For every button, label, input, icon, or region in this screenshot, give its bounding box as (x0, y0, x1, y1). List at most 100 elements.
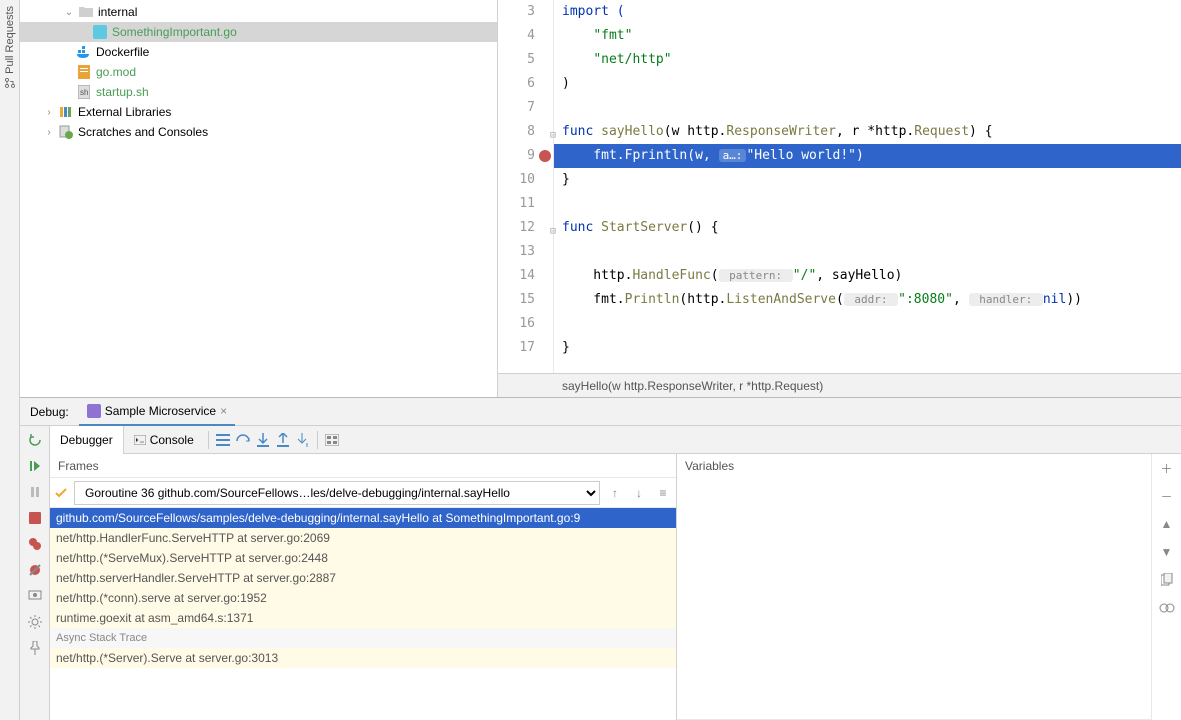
tree-file-dockerfile[interactable]: Dockerfile (20, 42, 497, 62)
tree-external-libraries[interactable]: › External Libraries (20, 102, 497, 122)
step-over-button[interactable] (233, 430, 253, 450)
show-execution-point-button[interactable] (213, 430, 233, 450)
variables-side-toolbar: ＋ － ▲ ▼ (1151, 454, 1181, 720)
debug-tool-window: Debug: Sample Microservice × (20, 397, 1181, 720)
current-execution-line: fmt.Fprintln(w, a…:"Hello world!") (554, 144, 1181, 168)
tree-label: go.mod (96, 65, 136, 79)
project-tree[interactable]: ⌄ internal SomethingImportant.go Dockerf… (20, 0, 498, 397)
inlay-hint: addr: (844, 293, 898, 306)
watch-down-button[interactable]: ▼ (1157, 542, 1177, 562)
inlay-hint: handler: (969, 293, 1043, 306)
code-editor[interactable]: 3 4 5 6 7 ⊟8 9 10 11 ⊟12 13 14 15 16 (498, 0, 1181, 397)
library-icon (58, 104, 74, 120)
line-number: 11 (498, 192, 553, 216)
close-icon[interactable]: × (220, 404, 227, 418)
tree-scratches[interactable]: › Scratches and Consoles (20, 122, 497, 142)
async-stack-header: Async Stack Trace (50, 628, 676, 648)
show-watches-button[interactable] (1157, 598, 1177, 618)
console-icon (134, 435, 146, 445)
goland-icon (87, 404, 101, 418)
stack-frame[interactable]: net/http.(*conn).serve at server.go:1952 (50, 588, 676, 608)
tree-label: Scratches and Consoles (78, 125, 208, 139)
remove-watch-button[interactable]: － (1157, 486, 1177, 506)
line-number: 14 (498, 264, 553, 288)
goroutine-selector-row: Goroutine 36 github.com/SourceFellows…le… (50, 478, 676, 508)
goroutine-select[interactable]: Goroutine 36 github.com/SourceFellows…le… (74, 481, 600, 505)
settings-button[interactable] (25, 612, 45, 632)
pull-requests-tool-window[interactable]: Pull Requests (4, 6, 16, 89)
tree-file-go[interactable]: SomethingImportant.go (20, 22, 497, 42)
mute-breakpoints-button[interactable] (25, 560, 45, 580)
line-number: 3 (498, 0, 553, 24)
line-number: 9 (498, 144, 553, 168)
debug-title: Debug: (20, 405, 79, 419)
chevron-right-icon: › (44, 127, 54, 138)
evaluate-expression-button[interactable] (322, 430, 342, 450)
debug-toolbar: Debugger Console (50, 426, 1181, 454)
tree-file-gomod[interactable]: go.mod (20, 62, 497, 82)
stack-frame[interactable]: net/http.(*Server).Serve at server.go:30… (50, 648, 676, 668)
line-number: 6 (498, 72, 553, 96)
tree-folder-internal[interactable]: ⌄ internal (20, 2, 497, 22)
chevron-down-icon: ⌄ (64, 7, 74, 18)
watch-up-button[interactable]: ▲ (1157, 514, 1177, 534)
step-into-button[interactable] (253, 430, 273, 450)
debugger-tab[interactable]: Debugger (50, 426, 124, 454)
tree-label: External Libraries (78, 105, 171, 119)
folder-icon (78, 4, 94, 20)
stack-frames-list[interactable]: github.com/SourceFellows/samples/delve-d… (50, 508, 676, 720)
check-icon (54, 486, 68, 500)
stop-button[interactable] (25, 508, 45, 528)
tree-file-startup[interactable]: sh startup.sh (20, 82, 497, 102)
line-number: 10 (498, 168, 553, 192)
line-number: 16 (498, 312, 553, 336)
thread-dump-button[interactable] (25, 586, 45, 606)
pause-button[interactable] (25, 482, 45, 502)
tree-label: SomethingImportant.go (112, 25, 237, 39)
frames-header: Frames (50, 454, 676, 478)
docker-icon (76, 44, 92, 60)
scratch-icon (58, 124, 74, 140)
go-file-icon (92, 24, 108, 40)
run-to-cursor-button[interactable] (293, 430, 313, 450)
debug-config-tab[interactable]: Sample Microservice × (79, 398, 235, 426)
breakpoint-icon[interactable] (539, 150, 551, 162)
frames-settings-icon[interactable]: ≡ (654, 486, 672, 500)
line-number: 17 (498, 336, 553, 360)
editor-gutter[interactable]: 3 4 5 6 7 ⊟8 9 10 11 ⊟12 13 14 15 16 (498, 0, 554, 373)
svg-text:sh: sh (80, 88, 88, 97)
stack-frame[interactable]: net/http.serverHandler.ServeHTTP at serv… (50, 568, 676, 588)
rerun-button[interactable] (25, 430, 45, 450)
inlay-hint: a…: (719, 149, 747, 162)
add-watch-button[interactable]: ＋ (1157, 458, 1177, 478)
line-number: ⊟8 (498, 120, 553, 144)
gomod-icon (76, 64, 92, 80)
next-frame-button[interactable]: ↓ (630, 486, 648, 500)
console-tab[interactable]: Console (124, 426, 204, 454)
line-number: 4 (498, 24, 553, 48)
stack-frame[interactable]: github.com/SourceFellows/samples/delve-d… (50, 508, 676, 528)
stack-frame[interactable]: net/http.HandlerFunc.ServeHTTP at server… (50, 528, 676, 548)
line-number: 15 (498, 288, 553, 312)
chevron-right-icon: › (44, 107, 54, 118)
tree-label: startup.sh (96, 85, 149, 99)
code-content[interactable]: import ( "fmt" "net/http" ) func sayHell… (554, 0, 1181, 373)
line-number: 7 (498, 96, 553, 120)
view-breakpoints-button[interactable] (25, 534, 45, 554)
tree-label: Dockerfile (96, 45, 149, 59)
tool-window-stripe-left: Pull Requests (0, 0, 20, 720)
stack-frame[interactable]: runtime.goexit at asm_amd64.s:1371 (50, 608, 676, 628)
copy-button[interactable] (1157, 570, 1177, 590)
line-number: 13 (498, 240, 553, 264)
variables-header: Variables (677, 454, 1151, 720)
stack-frame[interactable]: net/http.(*ServeMux).ServeHTTP at server… (50, 548, 676, 568)
resume-button[interactable] (25, 456, 45, 476)
pin-button[interactable] (25, 638, 45, 658)
line-number: ⊟12 (498, 216, 553, 240)
prev-frame-button[interactable]: ↑ (606, 486, 624, 500)
tree-label: internal (98, 5, 137, 19)
step-out-button[interactable] (273, 430, 293, 450)
line-number: 5 (498, 48, 553, 72)
inlay-hint: pattern: (719, 269, 793, 282)
editor-breadcrumb[interactable]: sayHello(w http.ResponseWriter, r *http.… (498, 373, 1181, 397)
